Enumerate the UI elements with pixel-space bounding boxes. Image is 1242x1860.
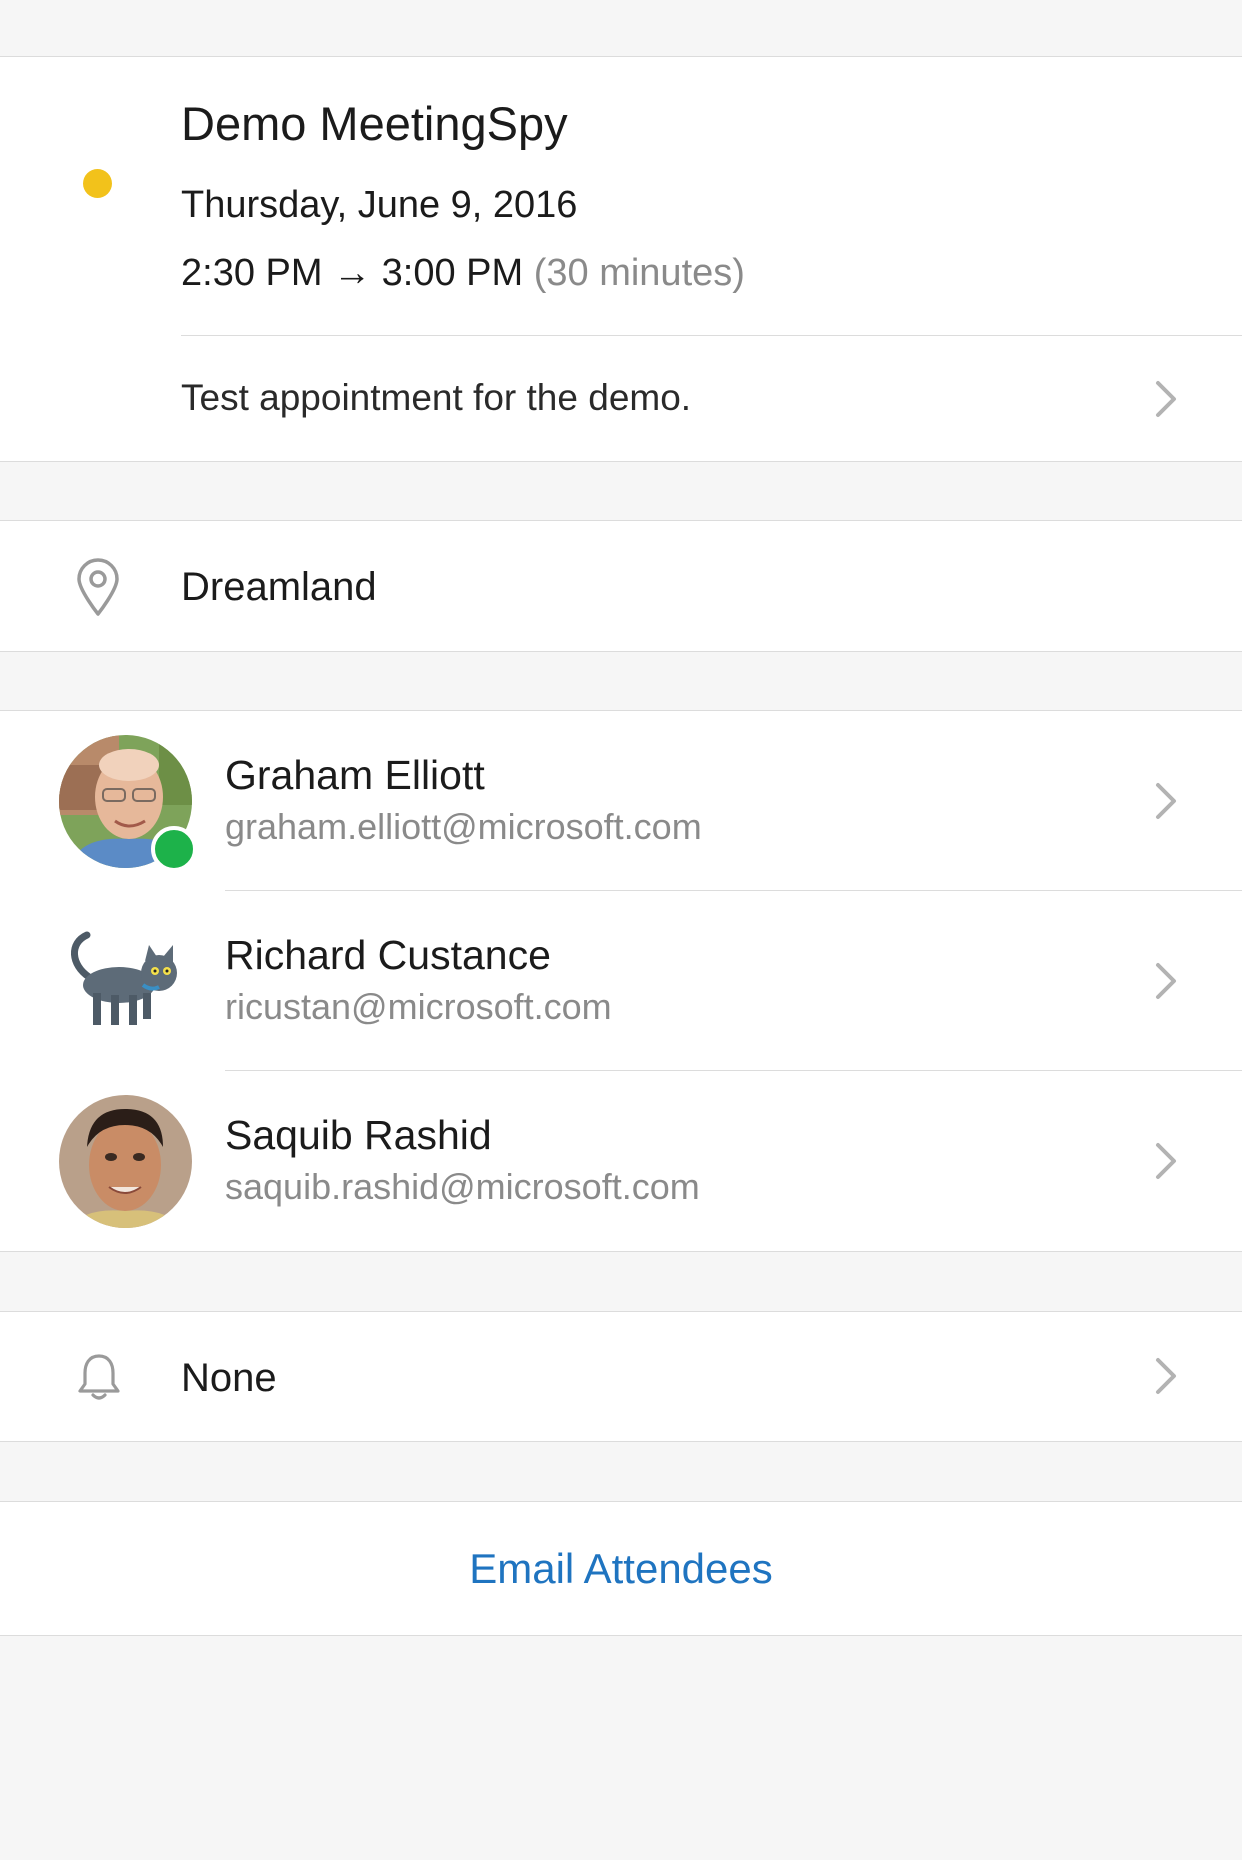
chevron-right-icon [1146, 781, 1186, 821]
avatar [59, 1095, 192, 1228]
chevron-right-icon [1146, 1141, 1186, 1181]
event-notes-row[interactable]: Test appointment for the demo. [0, 336, 1242, 462]
calendar-color-dot [83, 169, 112, 198]
location-text: Dreamland [181, 565, 377, 609]
email-attendees-button[interactable]: Email Attendees [0, 1502, 1242, 1635]
reminder-row[interactable]: None [0, 1311, 1242, 1442]
chevron-right-icon [1146, 379, 1186, 419]
attendees-list: Graham Elliott graham.elliott@microsoft.… [0, 710, 1242, 1252]
event-time-range: 2:30 PM → 3:00 PM [181, 252, 524, 294]
location-row[interactable]: Dreamland [0, 520, 1242, 652]
reminder-value: None [181, 1356, 277, 1400]
event-notes: Test appointment for the demo. [181, 377, 692, 418]
event-time: 2:30 PM → 3:00 PM (30 minutes) [181, 248, 745, 298]
attendee-row[interactable]: Richard Custance ricustan@microsoft.com [0, 891, 1242, 1071]
location-pin-icon [74, 557, 122, 617]
attendee-row[interactable]: Graham Elliott graham.elliott@microsoft.… [0, 711, 1242, 891]
attendee-name: Saquib Rashid [225, 1112, 492, 1158]
chevron-right-icon [1146, 961, 1186, 1001]
attendee-email: saquib.rashid@microsoft.com [225, 1166, 700, 1207]
attendee-email: ricustan@microsoft.com [225, 986, 612, 1027]
action-card: Email Attendees [0, 1501, 1242, 1636]
attendee-name: Richard Custance [225, 932, 551, 978]
attendee-email: graham.elliott@microsoft.com [225, 806, 702, 847]
attendee-row[interactable]: Saquib Rashid saquib.rashid@microsoft.co… [0, 1071, 1242, 1251]
event-title: Demo MeetingSpy [181, 97, 568, 150]
event-details-card: Demo MeetingSpy Thursday, June 9, 2016 2… [0, 56, 1242, 462]
chevron-right-icon [1146, 1356, 1186, 1396]
event-date: Thursday, June 9, 2016 [181, 184, 578, 226]
bell-icon [76, 1352, 122, 1402]
presence-available-badge [151, 826, 197, 872]
attendee-name: Graham Elliott [225, 752, 485, 798]
cat-avatar-icon [59, 915, 192, 1048]
event-duration: (30 minutes) [533, 252, 745, 294]
